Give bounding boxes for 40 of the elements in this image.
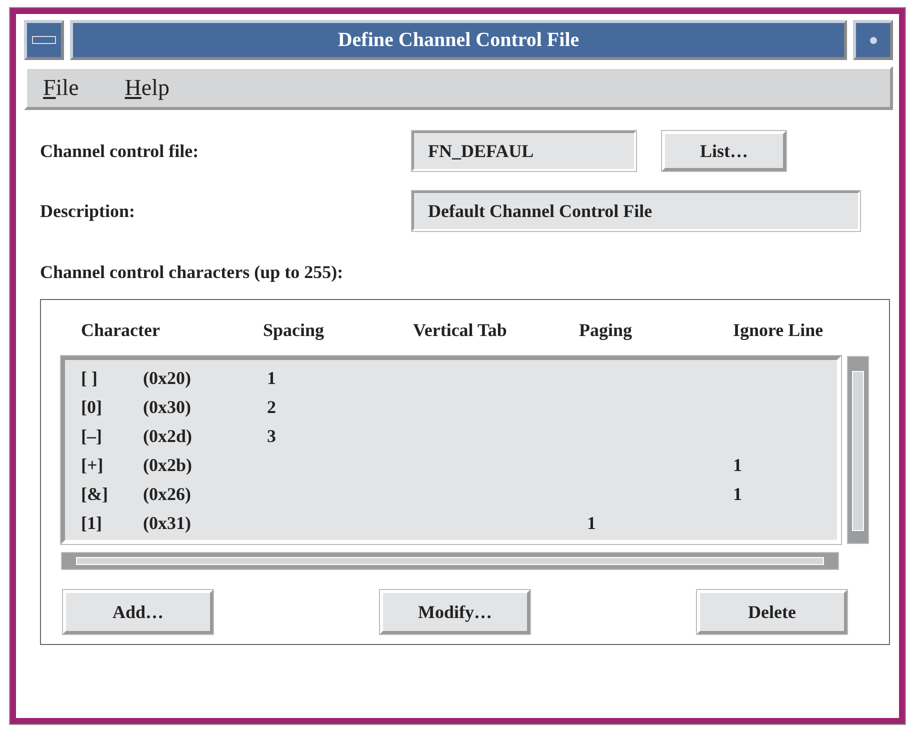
table-cell-text: (0x30) [143, 397, 192, 418]
table-cell-text: (0x2d) [143, 426, 193, 447]
table-cell-text: [ ] [81, 368, 98, 389]
column-header: Character [81, 320, 161, 342]
table-cell-text: [&] [81, 484, 109, 505]
table-cell: 1 [267, 368, 276, 388]
field-label: Description: [40, 200, 136, 222]
table-cell: 3 [267, 426, 276, 446]
column-header: Spacing [263, 320, 326, 342]
window-menu-button[interactable] [24, 20, 64, 60]
table-cell: 1 [733, 484, 742, 504]
column-header: Ignore Line [733, 320, 824, 342]
action-button[interactable]: Delete [697, 590, 847, 634]
table-cell-text: (0x2b) [143, 455, 193, 476]
table-cell-text: [–] [81, 426, 103, 447]
file-field[interactable]: FN_DEFAUL [412, 131, 636, 171]
action-button[interactable]: Modify… [380, 590, 530, 634]
list-button[interactable]: List… [662, 131, 786, 171]
table-cell-text: (0x31) [143, 513, 192, 534]
field-label: Channel control file: [40, 140, 200, 162]
maximize-button[interactable] [853, 20, 893, 60]
table-cell-text: [0] [81, 397, 103, 418]
list-box[interactable]: [ ] (0x20) 1 [0] (0x30) 2 [–] (0x2d) 3 [+] (0x2b) 1 [&] (0x26) 1 [1] (0x31) 1 [61, 356, 841, 544]
table-cell: 1 [733, 455, 742, 475]
description-field[interactable]: Default Channel Control File [412, 191, 860, 231]
table-cell-text: [+] [81, 455, 104, 476]
menu-item[interactable]: File [43, 75, 79, 101]
section-label: Channel control characters (up to 255): [40, 262, 344, 283]
menu-item[interactable]: Help [124, 75, 170, 101]
table-cell-text: [1] [81, 513, 103, 534]
column-header: Paging [579, 320, 634, 342]
table-cell: 2 [267, 397, 276, 417]
column-header: Vertical Tab [413, 320, 508, 342]
window-title: Define Channel Control File [70, 20, 847, 60]
table-cell-text: (0x20) [143, 368, 192, 389]
action-button[interactable]: Add… [63, 590, 213, 634]
vertical-scrollbar[interactable] [847, 356, 869, 544]
table-cell: 1 [587, 513, 596, 533]
table-cell-text: (0x26) [143, 484, 192, 505]
horizontal-scrollbar[interactable] [61, 552, 839, 570]
